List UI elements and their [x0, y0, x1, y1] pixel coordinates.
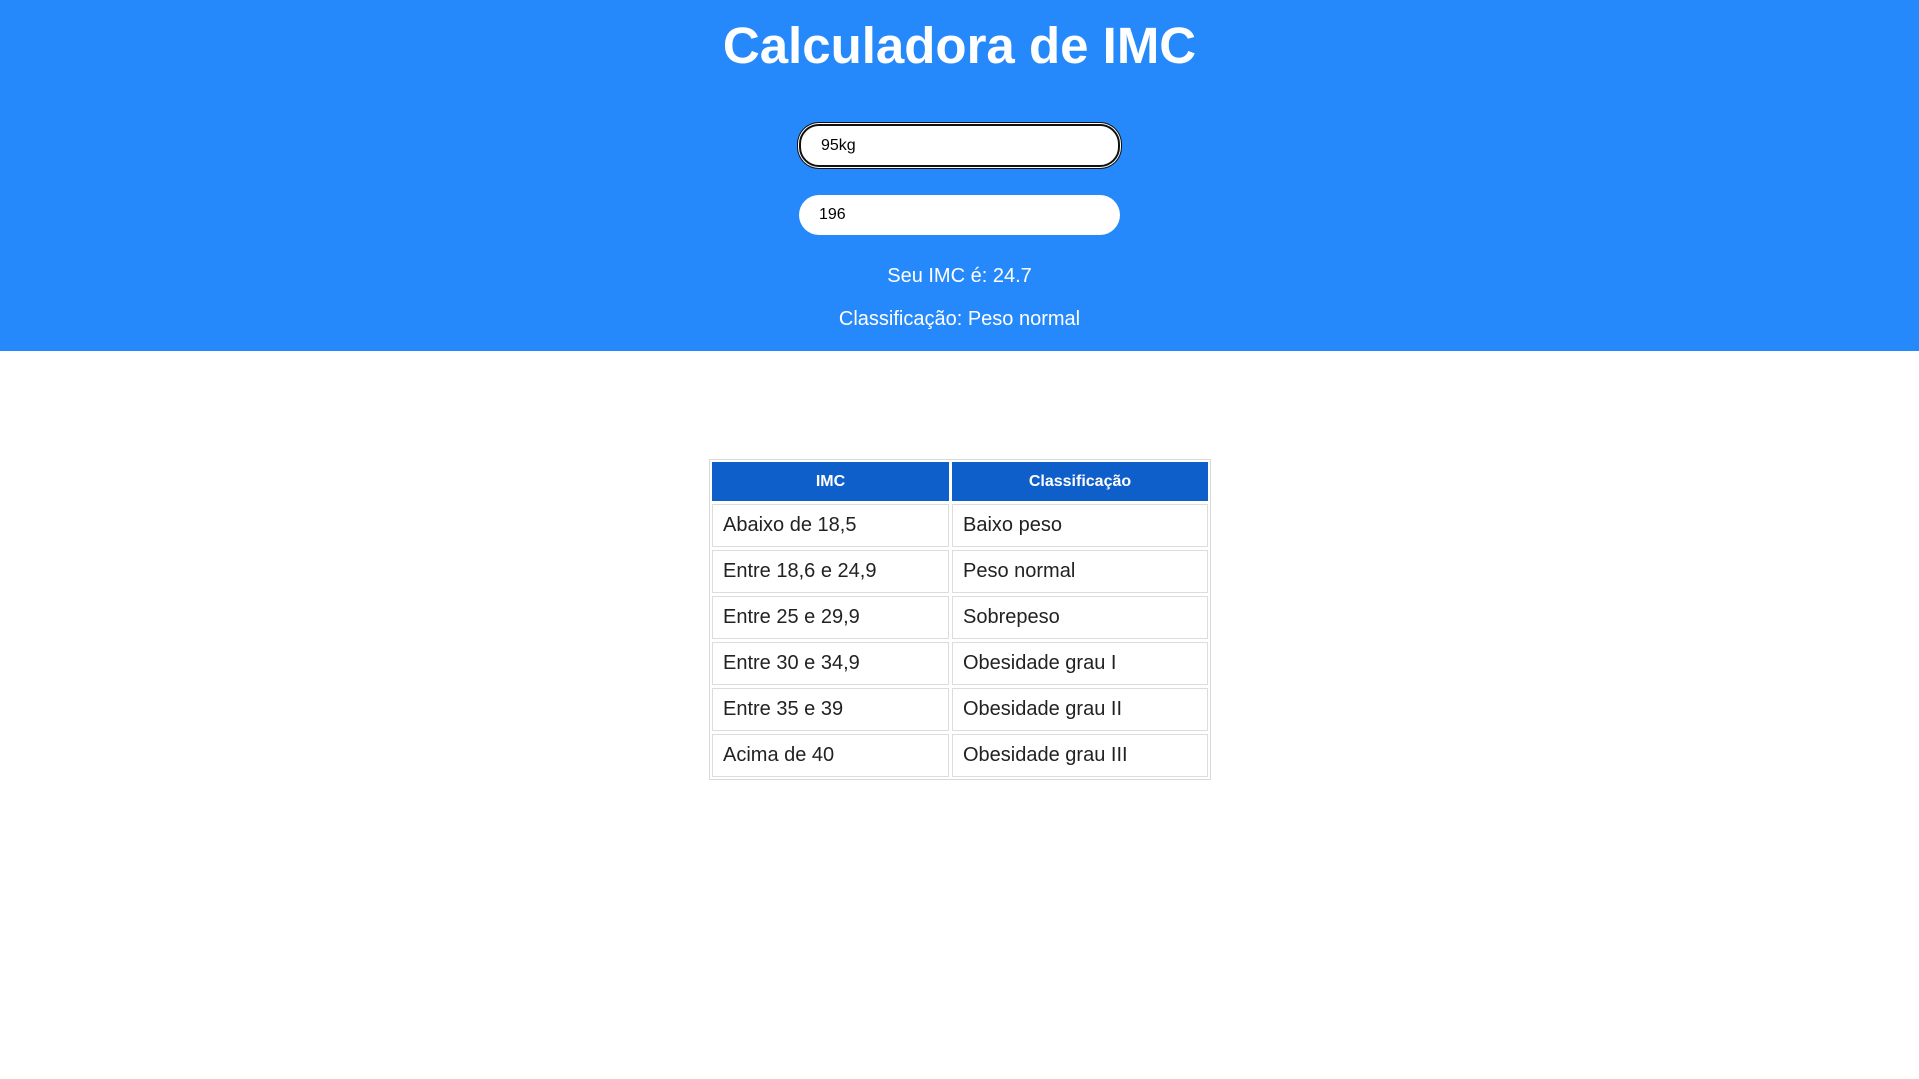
- table-row: Abaixo de 18,5 Baixo peso: [712, 504, 1208, 547]
- imc-reference-table: IMC Classificação Abaixo de 18,5 Baixo p…: [709, 459, 1211, 780]
- weight-input[interactable]: [799, 124, 1120, 167]
- classification-result-text: Classificação: Peso normal: [838, 308, 1081, 330]
- imc-range-cell: Entre 35 e 39: [712, 688, 949, 731]
- classification-cell: Sobrepeso: [952, 596, 1208, 639]
- imc-result-text: Seu IMC é: 24.7: [887, 265, 1032, 287]
- table-header-row: IMC Classificação: [712, 462, 1208, 501]
- imc-range-cell: Entre 30 e 34,9: [712, 642, 949, 685]
- classification-cell: Peso normal: [952, 550, 1208, 593]
- imc-range-cell: Acima de 40: [712, 734, 949, 777]
- table-row: Entre 35 e 39 Obesidade grau II: [712, 688, 1208, 731]
- page-title: Calculadora de IMC: [722, 17, 1197, 74]
- classification-cell: Baixo peso: [952, 504, 1208, 547]
- table-row: Entre 30 e 34,9 Obesidade grau I: [712, 642, 1208, 685]
- column-header-classification: Classificação: [952, 462, 1208, 501]
- imc-range-cell: Abaixo de 18,5: [712, 504, 949, 547]
- classification-cell: Obesidade grau II: [952, 688, 1208, 731]
- column-header-imc: IMC: [712, 462, 949, 501]
- imc-range-cell: Entre 25 e 29,9: [712, 596, 949, 639]
- table-row: Entre 25 e 29,9 Sobrepeso: [712, 596, 1208, 639]
- imc-range-cell: Entre 18,6 e 24,9: [712, 550, 949, 593]
- height-input[interactable]: [799, 195, 1120, 235]
- classification-cell: Obesidade grau I: [952, 642, 1208, 685]
- table-row: Entre 18,6 e 24,9 Peso normal: [712, 550, 1208, 593]
- classification-cell: Obesidade grau III: [952, 734, 1208, 777]
- table-row: Acima de 40 Obesidade grau III: [712, 734, 1208, 777]
- calculator-header: Calculadora de IMC Seu IMC é: 24.7 Class…: [0, 0, 1919, 351]
